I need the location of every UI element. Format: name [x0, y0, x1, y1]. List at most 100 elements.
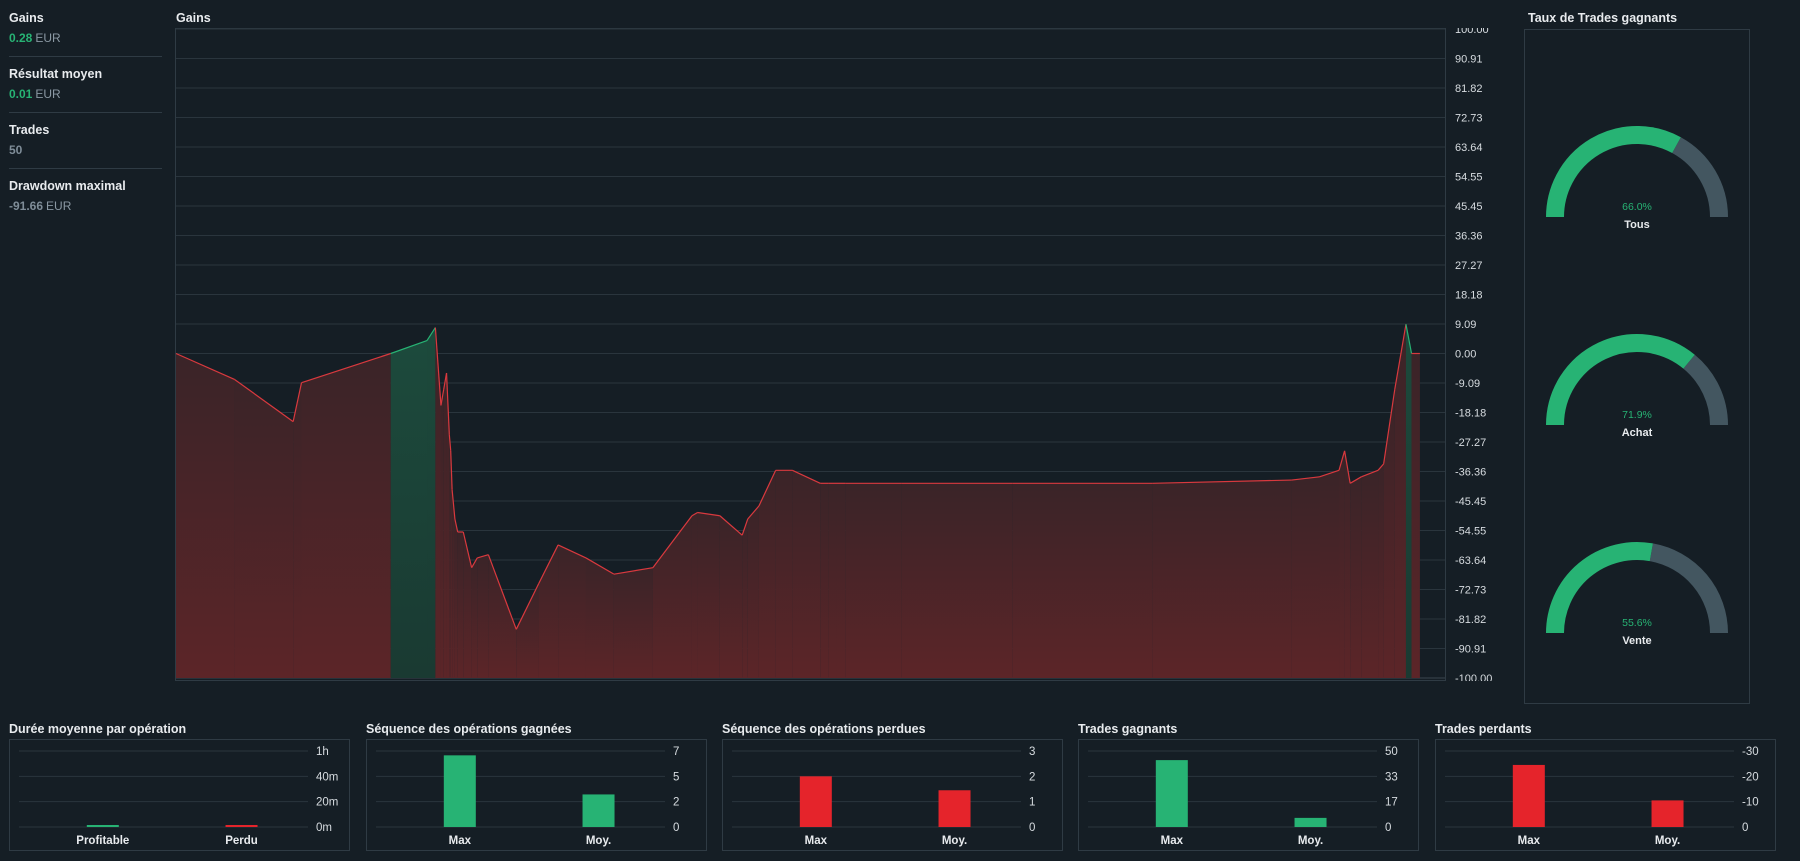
y-tick-label: 7 [673, 746, 679, 758]
category-label: Moy. [1655, 835, 1680, 847]
y-tick-label: 72.73 [1455, 113, 1483, 125]
loss-area [747, 506, 759, 678]
bar-chart-frame [366, 739, 707, 851]
bar-chart-frame [722, 739, 1063, 851]
loss-area [1012, 483, 1153, 678]
stat-name: Drawdown maximal [9, 179, 126, 193]
loss-area [901, 483, 1013, 678]
stat-average-result: Résultat moyen 0.01 EUR [9, 67, 162, 113]
y-tick-label: -45.45 [1455, 496, 1486, 508]
bar-chart-title: Trades gagnants [1078, 722, 1178, 736]
y-tick-label: 45.45 [1455, 201, 1483, 213]
loss-area [234, 379, 294, 678]
loss-area [301, 353, 391, 678]
y-tick-label: -90.91 [1455, 644, 1486, 656]
category-label: Max [805, 835, 828, 847]
y-tick-label: 27.27 [1455, 260, 1483, 272]
bar [799, 776, 832, 827]
loss-area [454, 518, 458, 678]
loss-area [435, 327, 441, 678]
stat-value: 0.01 [9, 87, 33, 101]
stat-value: 0.28 [9, 31, 33, 45]
bar-chart-frame [1435, 739, 1776, 851]
y-tick-label: 63.64 [1455, 142, 1483, 154]
y-tick-label: 33 [1385, 771, 1398, 783]
y-tick-label: -30 [1742, 746, 1759, 758]
bar-chart-title: Séquence des opérations gagnées [366, 722, 572, 736]
y-tick-label: 54.55 [1455, 172, 1483, 184]
loss-area [1319, 470, 1340, 678]
y-tick-label: 36.36 [1455, 231, 1483, 243]
bar [1155, 760, 1188, 827]
stat-value: -91.66 [9, 199, 44, 213]
y-tick-label: 0 [1029, 822, 1035, 834]
y-tick-label: 50 [1385, 746, 1398, 758]
category-label: Moy. [1298, 835, 1323, 847]
loss-area [449, 434, 451, 678]
stat-gains: Gains 0.28 EUR [9, 11, 162, 57]
gauge-label: Vente [1622, 635, 1651, 647]
bar [1651, 800, 1684, 827]
category-label: Max [1518, 835, 1541, 847]
y-tick-label: 3 [1029, 746, 1035, 758]
gains-chart: 100.00 90.91 81.82 72.73 63.64 54.55 45.45 36.3… [175, 28, 1492, 681]
gauge-remaining-arc [1671, 137, 1728, 218]
stat-unit: EUR [35, 87, 61, 101]
bar-chart: 3 2 1 0 Max Moy. [722, 739, 1063, 851]
y-tick-label: 20m [316, 797, 338, 809]
y-tick-label: 2 [1029, 771, 1035, 783]
loss-area [176, 353, 235, 678]
loss-area [742, 518, 748, 678]
bar [1294, 817, 1327, 827]
loss-area [463, 531, 472, 678]
gauge-remaining-arc [1649, 543, 1728, 634]
category-label: Max [1161, 835, 1184, 847]
loss-area [293, 382, 302, 678]
stat-trades: Trades 50 [9, 123, 162, 169]
y-tick-label: -10 [1742, 797, 1759, 809]
main-chart-title: Gains [176, 11, 211, 25]
y-tick-label: -9.09 [1455, 378, 1480, 390]
y-tick-label: 0 [673, 822, 679, 834]
bar [582, 794, 615, 827]
loss-area [775, 470, 793, 678]
loss-area [1411, 353, 1420, 678]
category-label: Profitable [76, 835, 129, 847]
y-tick-label: 5 [673, 771, 679, 783]
loss-area [488, 554, 517, 678]
loss-area [471, 557, 478, 678]
y-tick-label: 0m [316, 822, 332, 834]
stat-name: Trades [9, 123, 50, 137]
loss-area [1339, 450, 1345, 678]
y-tick-label: 81.82 [1455, 83, 1483, 95]
stats-panel: Gains 0.28 EUR Résultat moyen 0.01 EUR Tra… [9, 11, 162, 234]
loss-area [697, 512, 720, 678]
gauge-remaining-arc [1683, 354, 1728, 426]
loss-area [1350, 476, 1362, 678]
loss-area [820, 483, 829, 678]
loss-area [558, 544, 586, 678]
y-tick-label: 9.09 [1455, 319, 1476, 331]
y-tick-label: -27.27 [1455, 437, 1486, 449]
stat-unit: EUR [35, 31, 61, 45]
loss-area [440, 389, 444, 678]
bar-chart: 1h 40m 20m 0m Profitable Perdu [9, 739, 350, 851]
y-tick-label: 2 [673, 797, 679, 809]
gauge-label: Achat [1622, 427, 1653, 439]
loss-area [1383, 389, 1395, 678]
y-tick-label: -100.00 [1455, 673, 1492, 681]
gauge-win-arc [1546, 126, 1681, 218]
loss-area [1344, 450, 1351, 678]
gauges-panel: 66.0% Tous 71.9% Achat 55.6% Vente [1524, 29, 1750, 704]
category-label: Moy. [586, 835, 611, 847]
bar-chart: 50 33 17 0 Max Moy. [1078, 739, 1419, 851]
category-label: Max [449, 835, 472, 847]
loss-area [457, 531, 464, 678]
gain-area [1405, 324, 1412, 678]
y-tick-label: 90.91 [1455, 54, 1483, 66]
bar-chart: 7 5 2 0 Max Moy. [366, 739, 707, 851]
loss-area [443, 372, 447, 678]
bar-chart-title: Trades perdants [1435, 722, 1532, 736]
loss-area [792, 470, 821, 678]
category-label: Moy. [942, 835, 967, 847]
